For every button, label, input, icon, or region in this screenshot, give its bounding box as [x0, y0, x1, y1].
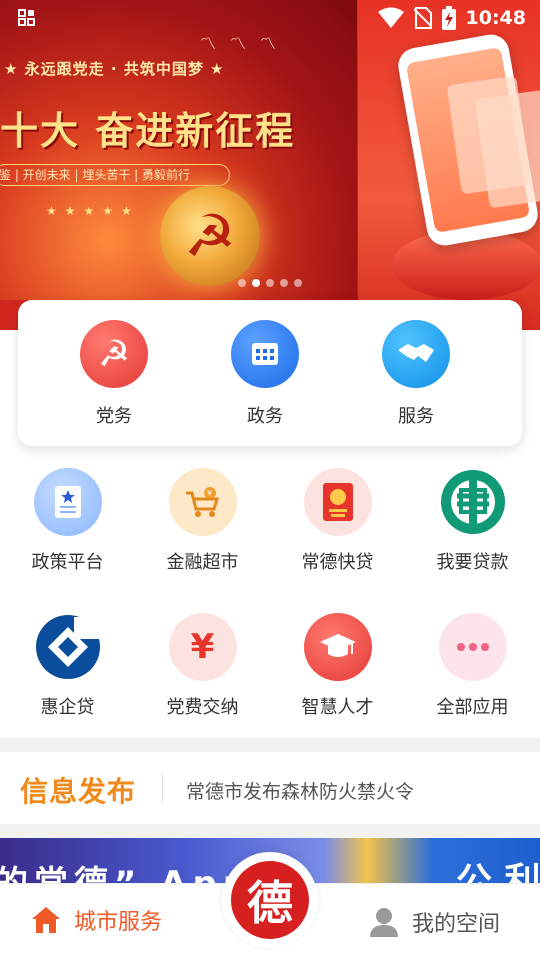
- app-smart-talent[interactable]: 智慧人才: [270, 613, 405, 719]
- policy-document-icon: [33, 468, 102, 536]
- shopping-cart-icon: ¥: [168, 468, 237, 536]
- carousel-dot-active[interactable]: [252, 279, 260, 287]
- carousel-dots[interactable]: [238, 279, 302, 287]
- service-label: 党务: [96, 406, 132, 427]
- info-headline-link[interactable]: 常德市发布森林防火禁火令: [186, 777, 414, 804]
- service-label: 服务: [398, 406, 434, 427]
- app-label: 金融超市: [166, 552, 239, 573]
- banner-carousel[interactable]: 〽〽〽 ★ 永远跟党走 · 共筑中国梦 ★ 十大 奋进新征程 鉴 | 开创未来 …: [0, 0, 540, 330]
- center-home-button[interactable]: 德: [222, 852, 318, 948]
- tab-label: 我的空间: [412, 912, 501, 937]
- red-envelope-icon: [303, 468, 372, 536]
- banner-slide-party[interactable]: 〽〽〽 ★ 永远跟党走 · 共筑中国梦 ★ 十大 奋进新征程 鉴 | 开创未来 …: [0, 0, 357, 300]
- app-party-fee[interactable]: ¥ 党费交纳: [135, 613, 270, 719]
- party-emblem-icon: ☭: [80, 320, 148, 388]
- no-sim-icon: [413, 7, 432, 29]
- status-bar: 10:48: [0, 0, 540, 36]
- section-divider: [0, 824, 540, 838]
- de-logo-icon: 德: [231, 861, 309, 939]
- service-government-affairs[interactable]: 政务: [205, 320, 325, 428]
- tab-label: 城市服务: [74, 910, 163, 935]
- banner-subtitle: 鉴 | 开创未来 | 埋头苦干 | 勇毅前行: [0, 164, 230, 186]
- info-section-title: 信息发布: [20, 775, 137, 808]
- app-label: 智慧人才: [301, 697, 374, 718]
- info-release-bar[interactable]: 信息发布 常德市发布森林防火禁火令: [0, 752, 540, 824]
- carousel-dot[interactable]: [238, 279, 246, 287]
- app-changde-quick-loan[interactable]: 常德快贷: [270, 468, 405, 574]
- service-label: 政务: [247, 406, 283, 427]
- tab-my-space[interactable]: 我的空间: [370, 906, 500, 938]
- handshake-icon: [382, 320, 450, 388]
- tab-city-services[interactable]: 城市服务: [30, 904, 162, 936]
- more-dots-icon: [438, 613, 507, 681]
- app-policy-platform[interactable]: 政策平台: [0, 468, 135, 574]
- carousel-dot[interactable]: [294, 279, 302, 287]
- app-label: 全部应用: [436, 697, 509, 718]
- carousel-dot[interactable]: [280, 279, 288, 287]
- svg-text:¥: ¥: [207, 489, 212, 498]
- banner-headline: 十大 奋进新征程: [0, 109, 296, 153]
- main-services-card: ☭ 党务 政务 服务: [18, 300, 522, 446]
- government-building-icon: [231, 320, 299, 388]
- app-finance-market[interactable]: ¥ 金融超市: [135, 468, 270, 574]
- banner-stars: ★★★★★: [46, 204, 140, 218]
- clock: 10:48: [465, 7, 526, 29]
- wifi-icon: [377, 7, 404, 28]
- app-label: 党费交纳: [166, 697, 239, 718]
- app-all-apps[interactable]: 全部应用: [405, 613, 540, 719]
- ccb-bank-icon: [33, 613, 102, 681]
- carousel-dot[interactable]: [266, 279, 274, 287]
- service-party-affairs[interactable]: ☭ 党务: [54, 320, 174, 428]
- app-label: 我要贷款: [436, 552, 509, 573]
- home-icon: [32, 907, 60, 933]
- app-root: 〽〽〽 ★ 永远跟党走 · 共筑中国梦 ★ 十大 奋进新征程 鉴 | 开创未来 …: [0, 0, 540, 960]
- battery-charging-icon: [441, 6, 456, 30]
- info-separator: [162, 774, 163, 802]
- service-public-service[interactable]: 服务: [356, 320, 476, 428]
- app-apply-loan[interactable]: 我要贷款: [405, 468, 540, 574]
- app-label: 惠企贷: [40, 697, 95, 718]
- app-grid-icon: [18, 9, 35, 26]
- app-label: 政策平台: [31, 552, 104, 573]
- section-divider: [0, 738, 540, 752]
- user-icon: [370, 908, 398, 937]
- banner-slogan: ★ 永远跟党走 · 共筑中国梦 ★: [4, 60, 225, 78]
- yuan-icon: ¥: [168, 613, 237, 681]
- graduation-cap-icon: [303, 613, 372, 681]
- party-emblem-icon: ☭: [160, 186, 260, 286]
- app-enterprise-loan[interactable]: 惠企贷: [0, 613, 135, 719]
- banner-slide-next[interactable]: [358, 0, 540, 330]
- app-label: 常德快贷: [301, 552, 374, 573]
- agricultural-bank-icon: [438, 468, 507, 536]
